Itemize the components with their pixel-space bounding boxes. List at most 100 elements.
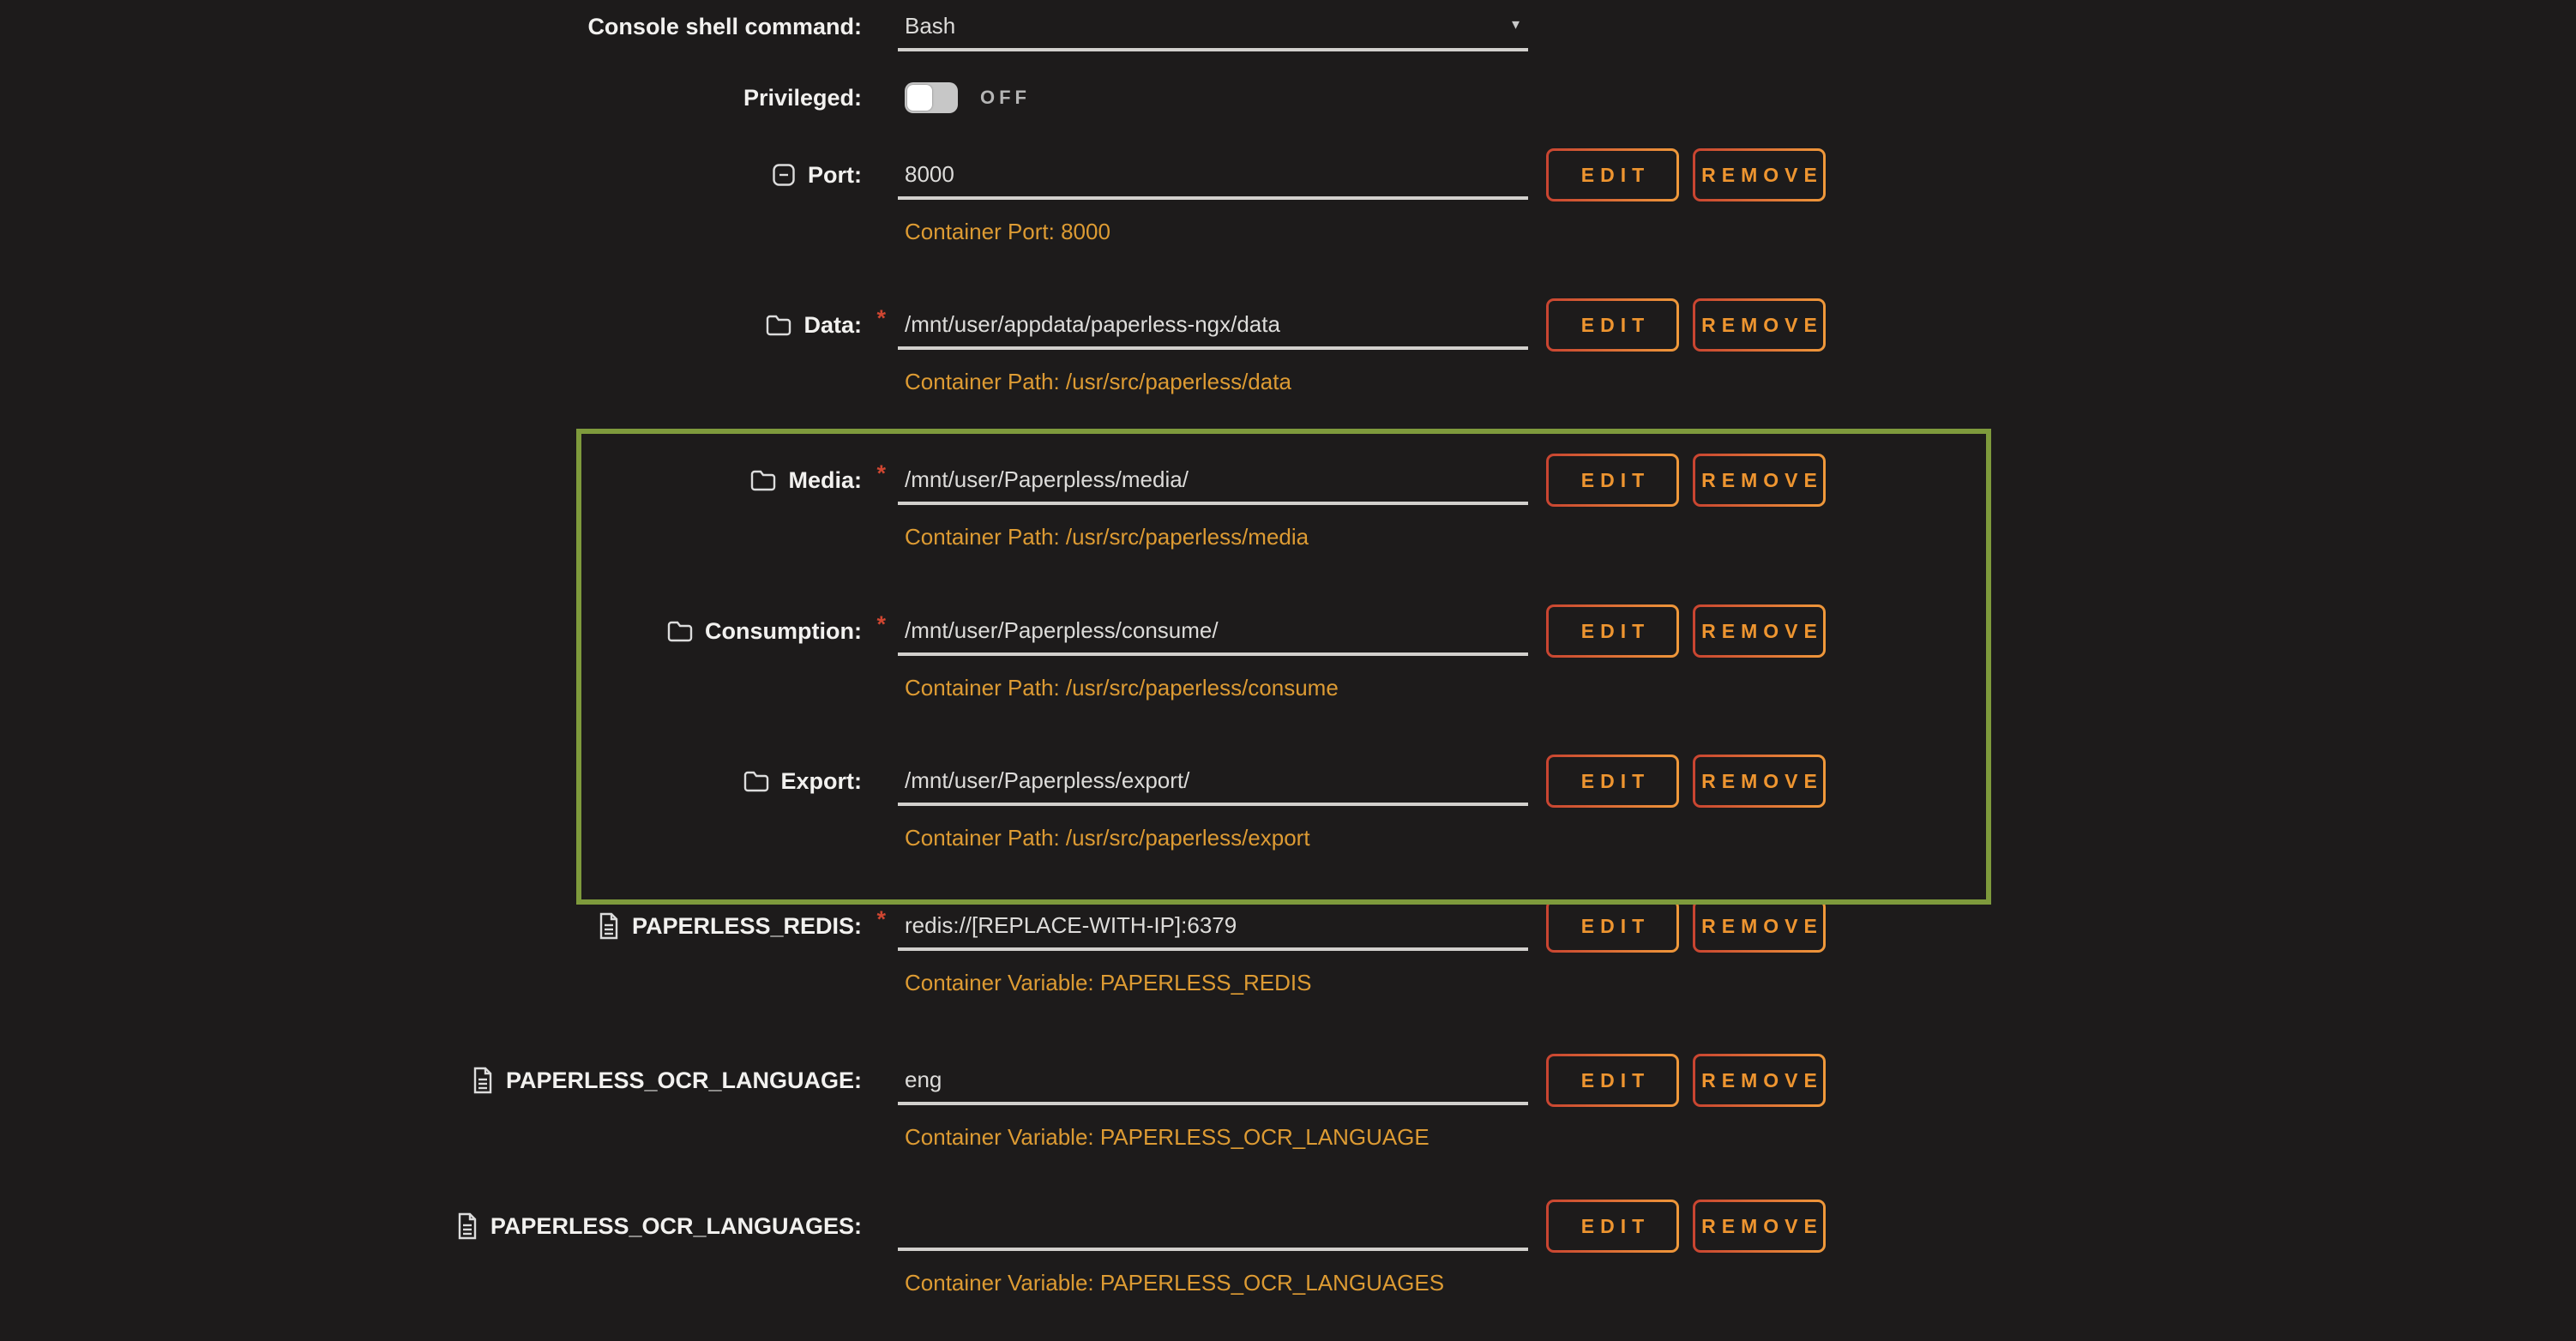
folder-icon (743, 770, 769, 792)
field-value: eng (898, 1059, 942, 1100)
edit-button[interactable]: EDIT (1546, 1054, 1679, 1107)
container-mapping-text: Container Variable: PAPERLESS_OCR_LANGUA… (898, 1270, 2576, 1296)
required-asterisk: * (876, 611, 886, 638)
field-row: Media:*/mnt/user/Paperpless/media/EDITRE… (0, 459, 2576, 507)
container-mapping-text: Container Variable: PAPERLESS_REDIS (898, 970, 2576, 996)
field-input[interactable]: eng (898, 1059, 1528, 1105)
edit-button[interactable]: EDIT (1546, 755, 1679, 808)
container-mapping-text: Container Port: 8000 (898, 219, 2576, 245)
field-actions: EDIT REMOVE (1546, 1054, 1826, 1107)
privileged-state-text: OFF (980, 82, 1031, 113)
field-input[interactable]: /mnt/user/Paperpless/export/ (898, 760, 1528, 806)
field-label: PAPERLESS_REDIS: * (0, 905, 898, 947)
privileged-label: Privileged: (0, 82, 898, 113)
field-value: /mnt/user/Paperpless/export/ (898, 760, 1189, 801)
field-group: Media:*/mnt/user/Paperpless/media/EDITRE… (0, 459, 2576, 550)
container-mapping-text: Container Path: /usr/src/paperless/expor… (898, 825, 2576, 851)
console-shell-command-row: Console shell command: Bash ▾ (0, 5, 2576, 51)
console-shell-command-select[interactable]: Bash ▾ (898, 5, 1528, 51)
field-group: Port:8000EDITREMOVEContainer Port: 8000 (0, 153, 2576, 245)
edit-button[interactable]: EDIT (1546, 298, 1679, 352)
remove-button[interactable]: REMOVE (1693, 1200, 1826, 1253)
field-label-text: Data: (803, 312, 862, 339)
edit-button[interactable]: EDIT (1546, 899, 1679, 953)
toggle-knob (907, 85, 932, 111)
field-label: Consumption: * (0, 610, 898, 652)
dropdown-caret-icon: ▾ (1512, 5, 1520, 43)
remove-button[interactable]: REMOVE (1693, 899, 1826, 953)
field-value: redis://[REPLACE-WITH-IP]:6379 (898, 905, 1237, 946)
field-group: PAPERLESS_REDIS: * redis://[REPLACE-WITH-I… (0, 905, 2576, 996)
folder-icon (766, 314, 791, 336)
field-input[interactable]: /mnt/user/Paperpless/consume/ (898, 610, 1528, 656)
edit-button[interactable]: EDIT (1546, 454, 1679, 507)
field-label: PAPERLESS_OCR_LANGUAGES: (0, 1205, 898, 1248)
field-label: Port: (0, 153, 898, 196)
remove-button[interactable]: REMOVE (1693, 454, 1826, 507)
field-row: Port:8000EDITREMOVE (0, 153, 2576, 201)
field-row: Export:/mnt/user/Paperpless/export/EDITR… (0, 760, 2576, 808)
required-asterisk: * (876, 906, 886, 933)
container-mapping-text: Container Path: /usr/src/paperless/data (898, 369, 2576, 395)
privileged-row: Privileged: OFF (0, 82, 2576, 113)
field-label-text: Consumption: (705, 618, 862, 645)
remove-button[interactable]: REMOVE (1693, 604, 1826, 658)
port-icon (772, 163, 796, 187)
field-label-text: PAPERLESS_REDIS: (632, 913, 862, 940)
console-shell-command-value: Bash (898, 5, 955, 46)
field-actions: EDIT REMOVE (1546, 454, 1826, 507)
container-mapping-text: Container Path: /usr/src/paperless/media (898, 524, 2576, 550)
folder-icon (750, 469, 776, 491)
field-label: Data: * (0, 304, 898, 346)
field-label: Export: (0, 760, 898, 803)
field-group: PAPERLESS_OCR_LANGUAGE:engEDITREMOVECont… (0, 1059, 2576, 1151)
field-value: /mnt/user/Paperpless/consume/ (898, 610, 1219, 651)
field-label-text: PAPERLESS_OCR_LANGUAGES: (491, 1213, 862, 1240)
field-group: Data: * /mnt/user/appdata/paperless-ngx/da… (0, 304, 2576, 395)
field-actions: EDIT REMOVE (1546, 899, 1826, 953)
field-label-text: Export: (781, 768, 863, 795)
field-actions: EDIT REMOVE (1546, 148, 1826, 201)
field-group: PAPERLESS_OCR_LANGUAGES:EDITREMOVE Contai… (0, 1205, 2576, 1296)
field-row: Consumption: * /mnt/user/Paperpless/consum… (0, 610, 2576, 658)
field-label-text: Media: (788, 467, 862, 494)
field-actions: EDIT REMOVE (1546, 298, 1826, 352)
field-row: PAPERLESS_REDIS: * redis://[REPLACE-WITH-I… (0, 905, 2576, 953)
edit-button[interactable]: EDIT (1546, 604, 1679, 658)
field-input[interactable] (898, 1205, 1528, 1251)
remove-button[interactable]: REMOVE (1693, 1054, 1826, 1107)
field-input[interactable]: 8000 (898, 153, 1528, 200)
field-value: 8000 (898, 153, 954, 195)
field-input[interactable]: /mnt/user/appdata/paperless-ngx/data (898, 304, 1528, 350)
field-group: Consumption: * /mnt/user/Paperpless/consum… (0, 610, 2576, 701)
field-label: PAPERLESS_OCR_LANGUAGE: (0, 1059, 898, 1102)
field-actions: EDIT REMOVE (1546, 755, 1826, 808)
file-icon (456, 1212, 478, 1240)
field-value: /mnt/user/appdata/paperless-ngx/data (898, 304, 1280, 345)
field-row: PAPERLESS_OCR_LANGUAGE:engEDITREMOVE (0, 1059, 2576, 1107)
container-mapping-text: Container Path: /usr/src/paperless/consu… (898, 675, 2576, 701)
privileged-toggle[interactable] (905, 82, 958, 113)
field-row: PAPERLESS_OCR_LANGUAGES:EDITREMOVE (0, 1205, 2576, 1253)
privileged-label-text: Privileged: (743, 85, 862, 111)
docker-template-settings-page: Console shell command: Bash ▾ Privileged… (0, 0, 2576, 1341)
field-input[interactable]: redis://[REPLACE-WITH-IP]:6379 (898, 905, 1528, 951)
field-group: Export:/mnt/user/Paperpless/export/EDITR… (0, 760, 2576, 851)
field-actions: EDIT REMOVE (1546, 604, 1826, 658)
file-icon (598, 912, 620, 940)
field-row: Data: * /mnt/user/appdata/paperless-ngx/da… (0, 304, 2576, 352)
edit-button[interactable]: EDIT (1546, 148, 1679, 201)
field-input[interactable]: /mnt/user/Paperpless/media/ (898, 459, 1528, 505)
file-icon (472, 1067, 494, 1094)
console-shell-command-label-text: Console shell command: (587, 14, 862, 40)
remove-button[interactable]: REMOVE (1693, 755, 1826, 808)
field-label-text: Port: (808, 162, 862, 189)
required-asterisk: * (876, 305, 886, 332)
folder-icon (667, 620, 693, 642)
field-label-text: PAPERLESS_OCR_LANGUAGE: (506, 1067, 862, 1094)
field-value: /mnt/user/Paperpless/media/ (898, 459, 1189, 500)
remove-button[interactable]: REMOVE (1693, 298, 1826, 352)
edit-button[interactable]: EDIT (1546, 1200, 1679, 1253)
remove-button[interactable]: REMOVE (1693, 148, 1826, 201)
container-mapping-text: Container Variable: PAPERLESS_OCR_LANGUA… (898, 1124, 2576, 1151)
